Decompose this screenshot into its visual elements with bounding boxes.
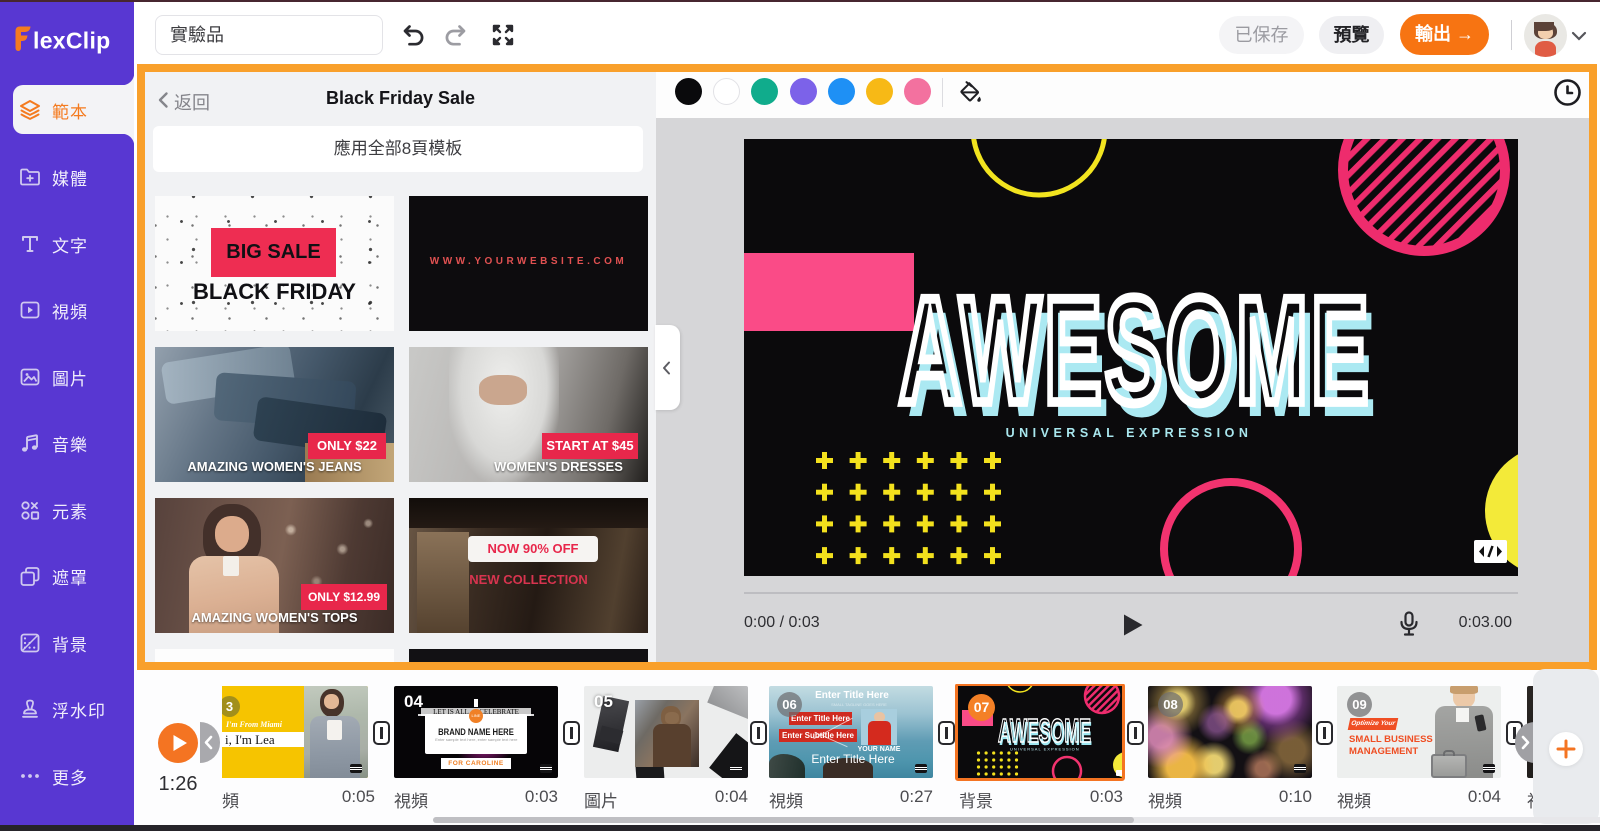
svg-text:AWESOME: AWESOME xyxy=(899,266,1372,434)
svg-text:UNIVERSAL EXPRESSION: UNIVERSAL EXPRESSION xyxy=(1006,426,1253,440)
svg-text:lexClip: lexClip xyxy=(33,28,111,54)
